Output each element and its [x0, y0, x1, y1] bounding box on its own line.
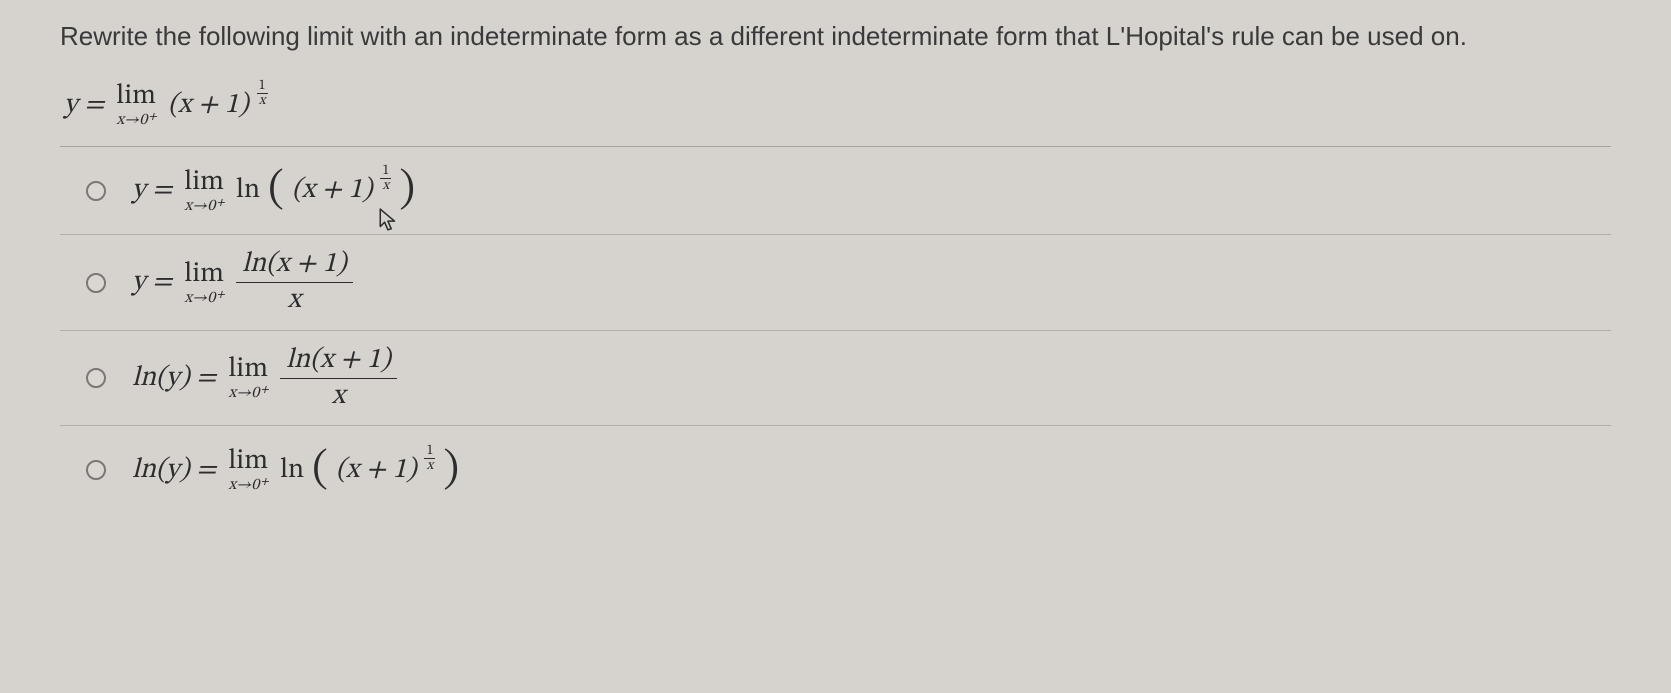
opt3-lim-label: lim: [228, 355, 268, 383]
opt2-den: x: [282, 283, 307, 316]
opt4-exp: 1 x: [424, 444, 435, 473]
given-lhs: y =: [64, 88, 104, 123]
opt4-rparen: ): [443, 453, 459, 488]
option-2[interactable]: y = lim x→0⁺ ln(x + 1) x: [60, 235, 1611, 331]
option-3[interactable]: ln(y) = lim x→0⁺ ln(x + 1) x: [60, 331, 1611, 427]
exp-den: x: [257, 94, 268, 108]
cursor-icon: [378, 208, 400, 232]
options-group: y = lim x→0⁺ ln ( (x + 1) 1 x ) y = lim …: [60, 147, 1611, 514]
radio-3[interactable]: [86, 368, 106, 388]
limit-operator: lim x→0⁺: [116, 82, 156, 128]
given-exponent: 1 x: [257, 79, 268, 108]
exp-num: 1: [257, 79, 268, 94]
opt1-lim: lim x→0⁺: [184, 168, 224, 214]
opt1-lim-label: lim: [184, 168, 224, 196]
radio-4[interactable]: [86, 460, 106, 480]
option-1[interactable]: y = lim x→0⁺ ln ( (x + 1) 1 x ): [60, 147, 1611, 235]
opt3-den: x: [326, 379, 351, 412]
opt4-lhs: ln(y) =: [132, 453, 216, 488]
opt2-frac: ln(x + 1) x: [236, 249, 353, 316]
question-prompt: Rewrite the following limit with an inde…: [60, 16, 1611, 56]
opt2-num: ln(x + 1): [236, 249, 353, 283]
opt4-base: (x + 1): [336, 453, 417, 488]
lim-sub: x→0⁺: [116, 112, 155, 128]
opt1-base: (x + 1): [292, 173, 373, 208]
opt1-ln: ln: [236, 173, 260, 208]
given-base: (x + 1): [168, 88, 249, 123]
opt1-lim-sub: x→0⁺: [184, 198, 223, 214]
opt4-lim-label: lim: [228, 447, 268, 475]
opt2-lim: lim x→0⁺: [184, 260, 224, 306]
option-3-math: ln(y) = lim x→0⁺ ln(x + 1) x: [132, 345, 397, 412]
opt1-rparen: ): [399, 173, 415, 208]
opt4-exp-num: 1: [424, 444, 435, 459]
opt3-num: ln(x + 1): [280, 345, 397, 379]
given-expression: y = lim x→0⁺ (x + 1) 1 x: [60, 82, 1611, 128]
opt2-lim-sub: x→0⁺: [184, 290, 223, 306]
opt2-lim-label: lim: [184, 260, 224, 288]
option-4-math: ln(y) = lim x→0⁺ ln ( (x + 1) 1 x ): [132, 447, 459, 493]
radio-2[interactable]: [86, 273, 106, 293]
option-1-math: y = lim x→0⁺ ln ( (x + 1) 1 x ): [132, 168, 415, 214]
radio-1[interactable]: [86, 181, 106, 201]
opt1-lparen: (: [268, 173, 284, 208]
opt4-lim: lim x→0⁺: [228, 447, 268, 493]
opt1-lhs: y =: [132, 173, 172, 208]
opt4-exp-den: x: [425, 459, 436, 473]
option-4[interactable]: ln(y) = lim x→0⁺ ln ( (x + 1) 1 x ): [60, 426, 1611, 514]
opt1-exp-num: 1: [380, 164, 391, 179]
opt1-exp: 1 x: [380, 164, 391, 193]
opt4-lparen: (: [312, 453, 328, 488]
opt3-lim-sub: x→0⁺: [229, 385, 268, 401]
option-2-math: y = lim x→0⁺ ln(x + 1) x: [132, 249, 353, 316]
opt3-lim: lim x→0⁺: [228, 355, 268, 401]
opt4-lim-sub: x→0⁺: [229, 477, 268, 493]
opt3-lhs: ln(y) =: [132, 361, 216, 396]
opt4-ln: ln: [280, 453, 304, 488]
opt3-frac: ln(x + 1) x: [280, 345, 397, 412]
opt1-exp-den: x: [381, 179, 392, 193]
lim-label: lim: [116, 82, 156, 110]
opt2-lhs: y =: [132, 265, 172, 300]
